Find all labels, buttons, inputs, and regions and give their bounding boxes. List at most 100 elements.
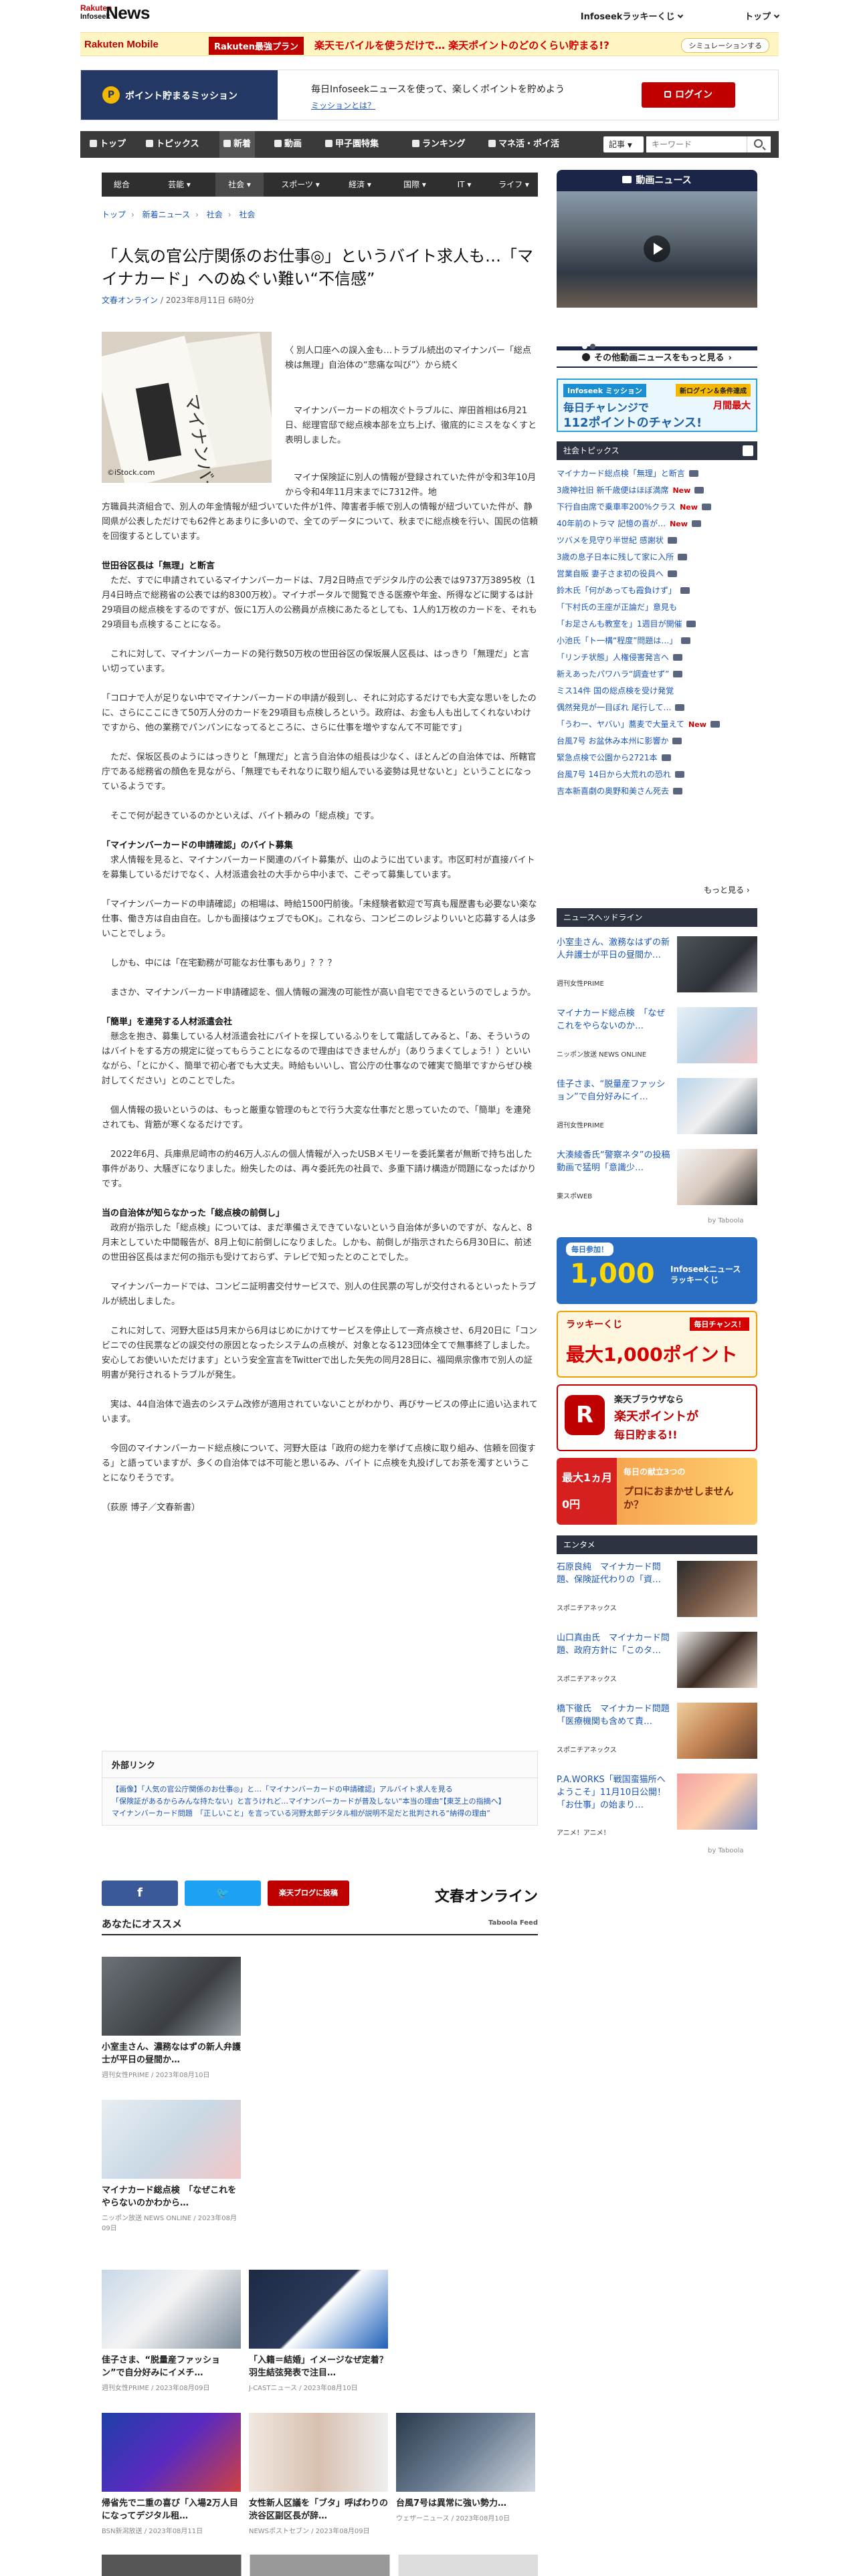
- bunshun-logo[interactable]: 文春オンライン: [435, 1885, 538, 1906]
- nav-item-video[interactable]: 動画: [270, 131, 306, 158]
- nav-item-koshien[interactable]: 甲子園特集: [321, 131, 383, 158]
- video-thumbnail[interactable]: [557, 191, 757, 308]
- recommend-card[interactable]: 台風7号は異常に強い勢力… ウェザーニュース / 2023年08月10日: [396, 2413, 535, 2523]
- login-button[interactable]: ログイン: [642, 82, 735, 108]
- by-taboola-label[interactable]: by Taboola: [708, 1847, 744, 1854]
- nav-item-topics[interactable]: トピックス: [142, 131, 203, 158]
- entertainment-heading: エンタメ: [557, 1535, 757, 1554]
- lucky-kuji-banner-2[interactable]: ラッキーくじ 最大1,000ポイント 毎日チャンス！: [557, 1311, 757, 1378]
- nav-item-top[interactable]: トップ: [86, 131, 130, 158]
- recommend-next-row[interactable]: [102, 2555, 538, 2576]
- topic-item[interactable]: 偶然発見が一目ぼれ 尾行して…: [557, 700, 757, 716]
- lucky-link[interactable]: Infoseekラッキーくじ: [551, 12, 684, 22]
- rakuten-blog-button[interactable]: 楽天ブログに投稿: [268, 1881, 349, 1906]
- taboola-feed-label[interactable]: Taboola Feed: [488, 1919, 538, 1927]
- play-circle-icon: [582, 353, 591, 361]
- topic-item[interactable]: 下行自由席で乗車率200%クラス New: [557, 499, 757, 516]
- topic-item[interactable]: 「お足さんも教室を」1週目が開催: [557, 616, 757, 633]
- news-logo[interactable]: News: [106, 3, 150, 23]
- twitter-icon: 🐦: [216, 1887, 229, 1899]
- subnav-life[interactable]: ライフ ▾: [490, 173, 538, 197]
- topic-item[interactable]: 40年前のトラマ 記憶の喜が… New: [557, 516, 757, 532]
- rakuten-browser-banner[interactable]: R 楽天ブラウザなら 楽天ポイントが 毎日貯まる!!: [557, 1384, 757, 1451]
- topic-item[interactable]: 緊急点検で公園から2721本: [557, 750, 757, 766]
- topic-item[interactable]: 小池氏「ト一構“程度”問題は…」: [557, 633, 757, 649]
- topic-item[interactable]: 「リンチ状態」人権侵害発言へ: [557, 649, 757, 666]
- topic-item[interactable]: 新えあったパワハラ“調査せず”: [557, 666, 757, 683]
- recipe-service-banner[interactable]: 最大1ヵ月0円 毎日の献立3つの プロにおまかせしませんか？: [557, 1458, 757, 1525]
- nav-item-money[interactable]: マネ活・ポイ活: [484, 131, 563, 158]
- play-icon[interactable]: [644, 235, 670, 262]
- lucky-kuji-banner[interactable]: 毎日参加！ 1,000 Infoseekニュース ラッキーくじ: [557, 1237, 757, 1304]
- by-taboola-label[interactable]: by Taboola: [708, 1217, 744, 1224]
- recommend-card[interactable]: 女性新人区議を「ブタ」呼ばわりの渋谷区副区長が辞… NEWSポストセブン / 2…: [249, 2413, 388, 2535]
- carousel-dot[interactable]: [590, 344, 595, 349]
- headline-item[interactable]: 佳子さま、“脱量産ファッション”で自分好みにイ… 週刊女性PRIME: [557, 1078, 757, 1138]
- topic-item[interactable]: マイナカード総点検「無理」と断言: [557, 465, 757, 482]
- recommend-card[interactable]: 帰省先で二重の喜び「入場2万人目になってデジタル租… BSN新潟放送 / 202…: [102, 2413, 241, 2535]
- external-link[interactable]: マイナンバーカード問題 「正しいこと」を言っている河野太郎デジタル相が説明不足だ…: [112, 1808, 528, 1820]
- simulate-button[interactable]: シミュレーションする: [681, 38, 769, 53]
- card-source: ニッポン放送 NEWS ONLINE / 2023年08月09日: [102, 2215, 237, 2232]
- topic-item[interactable]: 3歳神社旧 新千歳便はほぼ満席 New: [557, 482, 757, 499]
- topic-item[interactable]: 営業自販 妻子さま初の役員へ: [557, 566, 757, 582]
- search-input[interactable]: [646, 136, 747, 152]
- topic-item[interactable]: ツバメを見守り半世紀 感謝状: [557, 532, 757, 549]
- subnav-it[interactable]: IT ▾: [444, 173, 484, 197]
- source-link[interactable]: 文春オンライン: [102, 296, 158, 305]
- topic-item[interactable]: 鈴木氏「何があっても霞負けず」: [557, 582, 757, 599]
- recommend-card[interactable]: 小室圭さん、濃務なはずの新人弁護士が平日の昼間か… 週刊女性PRIME / 20…: [102, 1957, 241, 2079]
- mission-banner[interactable]: Infoseek ミッション 新ログイン＆条件達成 毎日チャレンジで 月間最大 …: [557, 379, 757, 432]
- video-news-widget[interactable]: 動画ニュース: [557, 170, 757, 368]
- facebook-share-button[interactable]: f: [102, 1881, 178, 1906]
- nav-item-new[interactable]: 新着: [219, 131, 256, 158]
- breadcrumb-society-sub[interactable]: 社会: [239, 210, 255, 219]
- headline-item[interactable]: 小室圭さん、激務なはずの新人弁護士が平日の昼間か… 週刊女性PRIME: [557, 936, 757, 996]
- main-nav: トップ トピックス 新着 動画 甲子園特集 ランキング マネ活・ポイ活 記事 ▼: [80, 131, 779, 158]
- topic-item[interactable]: 「下村氏の王座が正論だ」意見も: [557, 599, 757, 616]
- mission-text: 毎日Infoseekニュースを使って、楽しくポイントを貯めよう: [311, 84, 565, 95]
- article-photo[interactable]: マイナンバー: [102, 332, 272, 483]
- recommend-card[interactable]: マイナカード総点検 「なぜこれをやらないのかわから… ニッポン放送 NEWS O…: [102, 2100, 241, 2232]
- topic-item[interactable]: 吉本新喜劇の奥野和美さん死去: [557, 783, 757, 800]
- headline-item[interactable]: 大湊綾香氏“警察ネタ”の投稿動画で猛明「意識少… 東スポWEB: [557, 1149, 757, 1209]
- topic-item[interactable]: 「うわー、ヤバい」蕎麦で大量えて New: [557, 716, 757, 733]
- subnav-general[interactable]: 総合: [102, 173, 142, 197]
- recommend-card[interactable]: 佳子さま、“脱量産ファッション”で自分好みにイメチ… 週刊女性PRIME / 2…: [102, 2270, 241, 2392]
- search-button[interactable]: [747, 136, 771, 152]
- video-more-link[interactable]: その他動画ニュースをもっと見る ›: [557, 350, 757, 366]
- subnav-international[interactable]: 国際 ▾: [391, 173, 439, 197]
- entertainment-item[interactable]: 石原良純 マイナカード問題、保険証代わりの「資… スポニチアネックス: [557, 1561, 757, 1621]
- topic-item[interactable]: 台風7号 お盆休み本州に影響か: [557, 733, 757, 750]
- carousel-dot[interactable]: [582, 344, 587, 349]
- subnav-sports[interactable]: スポーツ ▾: [270, 173, 330, 197]
- twitter-share-button[interactable]: 🐦: [185, 1881, 261, 1906]
- subnav-entertainment[interactable]: 芸能 ▾: [155, 173, 203, 197]
- article-paragraph: マイナンバーカードでは、コンビニ証明書交付サービスで、別人の住民票の写しが交付さ…: [102, 1282, 537, 1307]
- subnav-economy[interactable]: 経済 ▾: [336, 173, 384, 197]
- entertainment-item[interactable]: P.A.WORKS「戦国蛮猫所へようこそ」11月10日公開！「お仕事」の始まり……: [557, 1774, 757, 1838]
- entertainment-item[interactable]: 橋下徹氏 マイナカード問題「医療機関も含めて責… スポニチアネックス: [557, 1703, 757, 1763]
- top-link[interactable]: トップ: [715, 12, 780, 22]
- recommend-heading: あなたにオススメ Taboola Feed: [102, 1917, 538, 1935]
- rss-icon[interactable]: [743, 445, 753, 456]
- external-link[interactable]: 「保険証があるからみんな持たない」と言うけれど…マイナンバーカードが普及しない“…: [112, 1796, 528, 1808]
- mobile-promo-banner[interactable]: Rakuten Mobile Rakuten最強プラン 楽天モバイルを使うだけで…: [80, 32, 779, 56]
- breadcrumb-new[interactable]: 新着ニュース: [142, 210, 190, 219]
- mission-link[interactable]: ミッションとは？: [311, 100, 375, 111]
- section-heading: 「マイナンバーカードの申請確認」のバイト募集: [102, 841, 293, 851]
- breadcrumb-society[interactable]: 社会: [207, 210, 223, 219]
- breadcrumb-top[interactable]: トップ: [102, 210, 126, 219]
- topic-item[interactable]: 3歳の息子日本に残して家に入所: [557, 549, 757, 566]
- nav-item-ranking[interactable]: ランキング: [408, 131, 470, 158]
- mission-panel[interactable]: P ポイント貯まるミッション: [81, 70, 278, 120]
- headline-item[interactable]: マイナカード総点検 「なぜこれをやらないのか… ニッポン放送 NEWS ONLI…: [557, 1007, 757, 1067]
- topic-item[interactable]: ミス14件 国の総点検を受け発覚: [557, 683, 757, 700]
- entertainment-item[interactable]: 山口真由氏 マイナカード問題、政府方針に「このタ… スポニチアネックス: [557, 1632, 757, 1692]
- external-link[interactable]: 【画像】「人気の官公庁関係のお仕事◎」と…「マイナンバーカードの申請確認」アルバ…: [112, 1784, 528, 1796]
- subnav-society[interactable]: 社会 ▾: [215, 173, 264, 197]
- recommend-card[interactable]: 「入籍＝結婚」イメージなぜ定着？羽生結弦発表で注目… J-CASTニュース / …: [249, 2270, 388, 2392]
- search-category-select[interactable]: 記事 ▼: [603, 136, 644, 152]
- topics-more-link[interactable]: もっと見る ›: [704, 884, 750, 895]
- topic-item[interactable]: 台風7号 14日から大荒れの恐れ: [557, 766, 757, 783]
